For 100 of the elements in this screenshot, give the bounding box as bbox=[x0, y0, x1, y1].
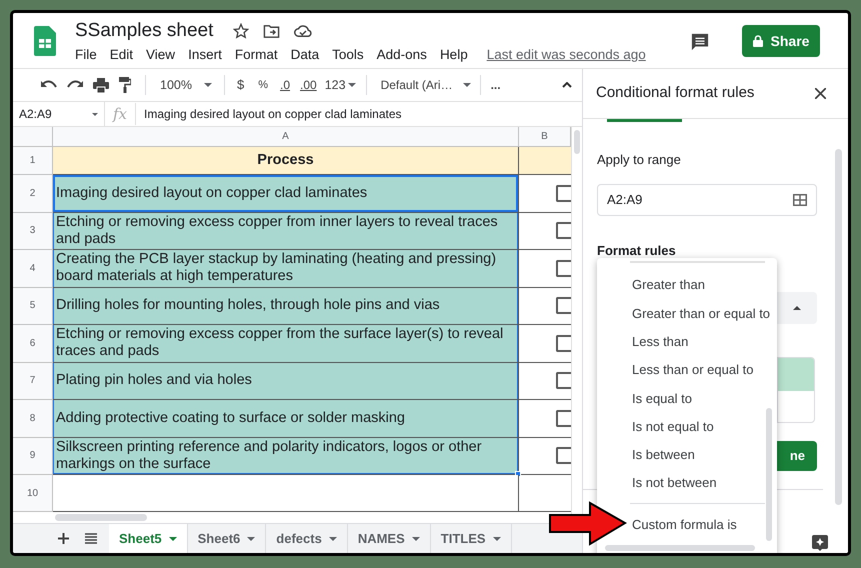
scrollbar-thumb[interactable] bbox=[835, 149, 842, 505]
more-button[interactable]: ... bbox=[490, 76, 501, 94]
table-cell: Etching or removing excess copper from inner layers to reveal traces and pads bbox=[53, 212, 519, 250]
increase-decimals-button[interactable]: .00 bbox=[300, 76, 317, 94]
scrollbar-thumb[interactable] bbox=[55, 514, 147, 521]
zoom-dropdown[interactable]: 100% bbox=[160, 76, 212, 94]
collapse-chevron-icon[interactable] bbox=[562, 82, 572, 88]
caret-icon bbox=[412, 536, 420, 540]
menu-option[interactable]: Less than bbox=[632, 332, 688, 352]
spreadsheet-logo-icon[interactable] bbox=[34, 26, 56, 56]
table-cell bbox=[519, 147, 571, 175]
scrollbar-thumb[interactable] bbox=[574, 130, 580, 154]
grid-select-icon[interactable] bbox=[793, 194, 807, 206]
checkbox[interactable] bbox=[556, 297, 571, 314]
column-header[interactable]: A bbox=[53, 127, 519, 146]
folder-icon[interactable] bbox=[263, 24, 280, 38]
caret-up-icon bbox=[793, 306, 801, 310]
table-cell: Plating pin holes and via holes bbox=[53, 362, 519, 400]
print-icon[interactable] bbox=[93, 78, 109, 92]
panel-title: Conditional format rules bbox=[596, 83, 754, 104]
table-cell: Drilling holes for mounting holes, through hole pins and vias bbox=[53, 288, 519, 325]
sheet-tab[interactable]: NAMES bbox=[348, 524, 431, 553]
close-icon[interactable] bbox=[815, 88, 826, 99]
cloud-icon[interactable] bbox=[294, 24, 312, 38]
style-preview bbox=[777, 357, 815, 423]
sheet-tab[interactable]: defects bbox=[266, 524, 348, 553]
row-number[interactable]: 3 bbox=[13, 212, 53, 250]
table-cell: Creating the PCB layer stackup by laminating (heating and pressing) board materials at high temperatures bbox=[53, 250, 519, 288]
menu-option[interactable]: Is not between bbox=[632, 473, 717, 493]
font-dropdown[interactable]: Default (Ari… bbox=[380, 76, 471, 94]
checkbox[interactable] bbox=[556, 334, 571, 352]
row-number[interactable]: 1 bbox=[13, 147, 53, 175]
table-cell: Etching or removing excess copper from the surface layer(s) to reveal traces and pads bbox=[53, 325, 519, 362]
menu-option[interactable]: Is between bbox=[632, 445, 695, 465]
name-box[interactable]: A2:A9 bbox=[13, 102, 105, 126]
menu-option[interactable]: Greater than or equal to bbox=[632, 304, 770, 324]
undo-icon[interactable] bbox=[41, 80, 57, 90]
currency-button[interactable]: $ bbox=[236, 75, 244, 95]
caret-icon bbox=[92, 112, 98, 116]
menu-option[interactable]: Is not equal to bbox=[632, 416, 714, 436]
last-edit-link[interactable]: Last edit was seconds ago bbox=[486, 44, 646, 66]
checkbox[interactable] bbox=[556, 372, 571, 390]
checkbox[interactable] bbox=[556, 222, 571, 240]
checkbox[interactable] bbox=[556, 447, 571, 464]
comment-icon[interactable] bbox=[691, 33, 709, 51]
table-cell: Silkscreen printing reference and polarity indicators, logos or other markings on the surface bbox=[53, 438, 519, 475]
menu-option[interactable]: Custom formula is bbox=[632, 514, 737, 534]
caret-icon bbox=[348, 83, 356, 87]
checkbox[interactable] bbox=[556, 410, 571, 427]
menu-item[interactable]: Data bbox=[290, 44, 320, 66]
scrollbar-thumb[interactable] bbox=[766, 408, 772, 541]
menu-item[interactable]: File bbox=[75, 44, 97, 66]
sheet-tab[interactable]: Sheet5 bbox=[109, 524, 188, 553]
caret-icon bbox=[168, 536, 177, 540]
number-format-dropdown[interactable]: 123 bbox=[324, 76, 356, 94]
checkbox[interactable] bbox=[556, 260, 571, 277]
zoom-value: 100% bbox=[160, 76, 192, 94]
redo-icon[interactable] bbox=[67, 80, 83, 90]
caret-icon bbox=[328, 536, 337, 540]
row-number[interactable]: 4 bbox=[13, 250, 53, 288]
caret-icon bbox=[247, 536, 256, 540]
menu-item[interactable]: View bbox=[146, 44, 176, 66]
row-number[interactable]: 9 bbox=[13, 438, 53, 475]
menu-option[interactable]: Is equal to bbox=[632, 388, 692, 408]
percent-button[interactable]: % bbox=[258, 76, 268, 94]
formula-input[interactable]: Imaging desired layout on copper clad laminates bbox=[136, 105, 402, 123]
menu-item[interactable]: Format bbox=[234, 44, 278, 66]
range-input[interactable]: A2:A9 bbox=[597, 184, 817, 216]
decrease-decimals-button[interactable]: .0 bbox=[280, 76, 290, 94]
menu-option[interactable]: Greater than bbox=[632, 275, 705, 295]
document-title[interactable]: SSamples sheet bbox=[75, 16, 214, 46]
done-button[interactable]: ne bbox=[777, 441, 817, 471]
paint-roller-icon[interactable] bbox=[119, 77, 131, 93]
row-number[interactable]: 10 bbox=[13, 475, 53, 512]
scrollbar-thumb[interactable] bbox=[605, 545, 755, 551]
caret-icon bbox=[462, 83, 471, 87]
sheet-tab[interactable]: Sheet6 bbox=[188, 524, 266, 553]
sheet-tab[interactable]: TITLES bbox=[430, 524, 512, 553]
row-number[interactable]: 6 bbox=[13, 325, 53, 362]
menu-item[interactable]: Insert bbox=[188, 44, 222, 66]
share-button[interactable]: Share bbox=[742, 25, 820, 57]
row-number[interactable]: 2 bbox=[13, 175, 53, 212]
row-number[interactable]: 8 bbox=[13, 400, 53, 438]
field-label: Apply to range bbox=[597, 151, 682, 169]
caret-icon bbox=[492, 536, 501, 540]
star-icon[interactable] bbox=[233, 23, 250, 39]
table-cell: Adding protective coating to surface or solder masking bbox=[53, 400, 519, 438]
menu-item[interactable]: Help bbox=[440, 44, 468, 66]
plus-icon bbox=[58, 533, 68, 544]
row-number[interactable]: 5 bbox=[13, 288, 53, 325]
menu-option[interactable]: Less than or equal to bbox=[632, 360, 754, 380]
list-icon bbox=[85, 533, 97, 544]
explore-icon[interactable] bbox=[812, 535, 828, 551]
checkbox[interactable] bbox=[556, 184, 571, 202]
caret-icon bbox=[204, 83, 212, 87]
lock-icon bbox=[752, 35, 763, 47]
menu-item[interactable]: Add-ons bbox=[376, 44, 427, 66]
menu-item[interactable]: Edit bbox=[110, 44, 134, 66]
row-number[interactable]: 7 bbox=[13, 362, 53, 400]
menu-item[interactable]: Tools bbox=[332, 44, 364, 66]
